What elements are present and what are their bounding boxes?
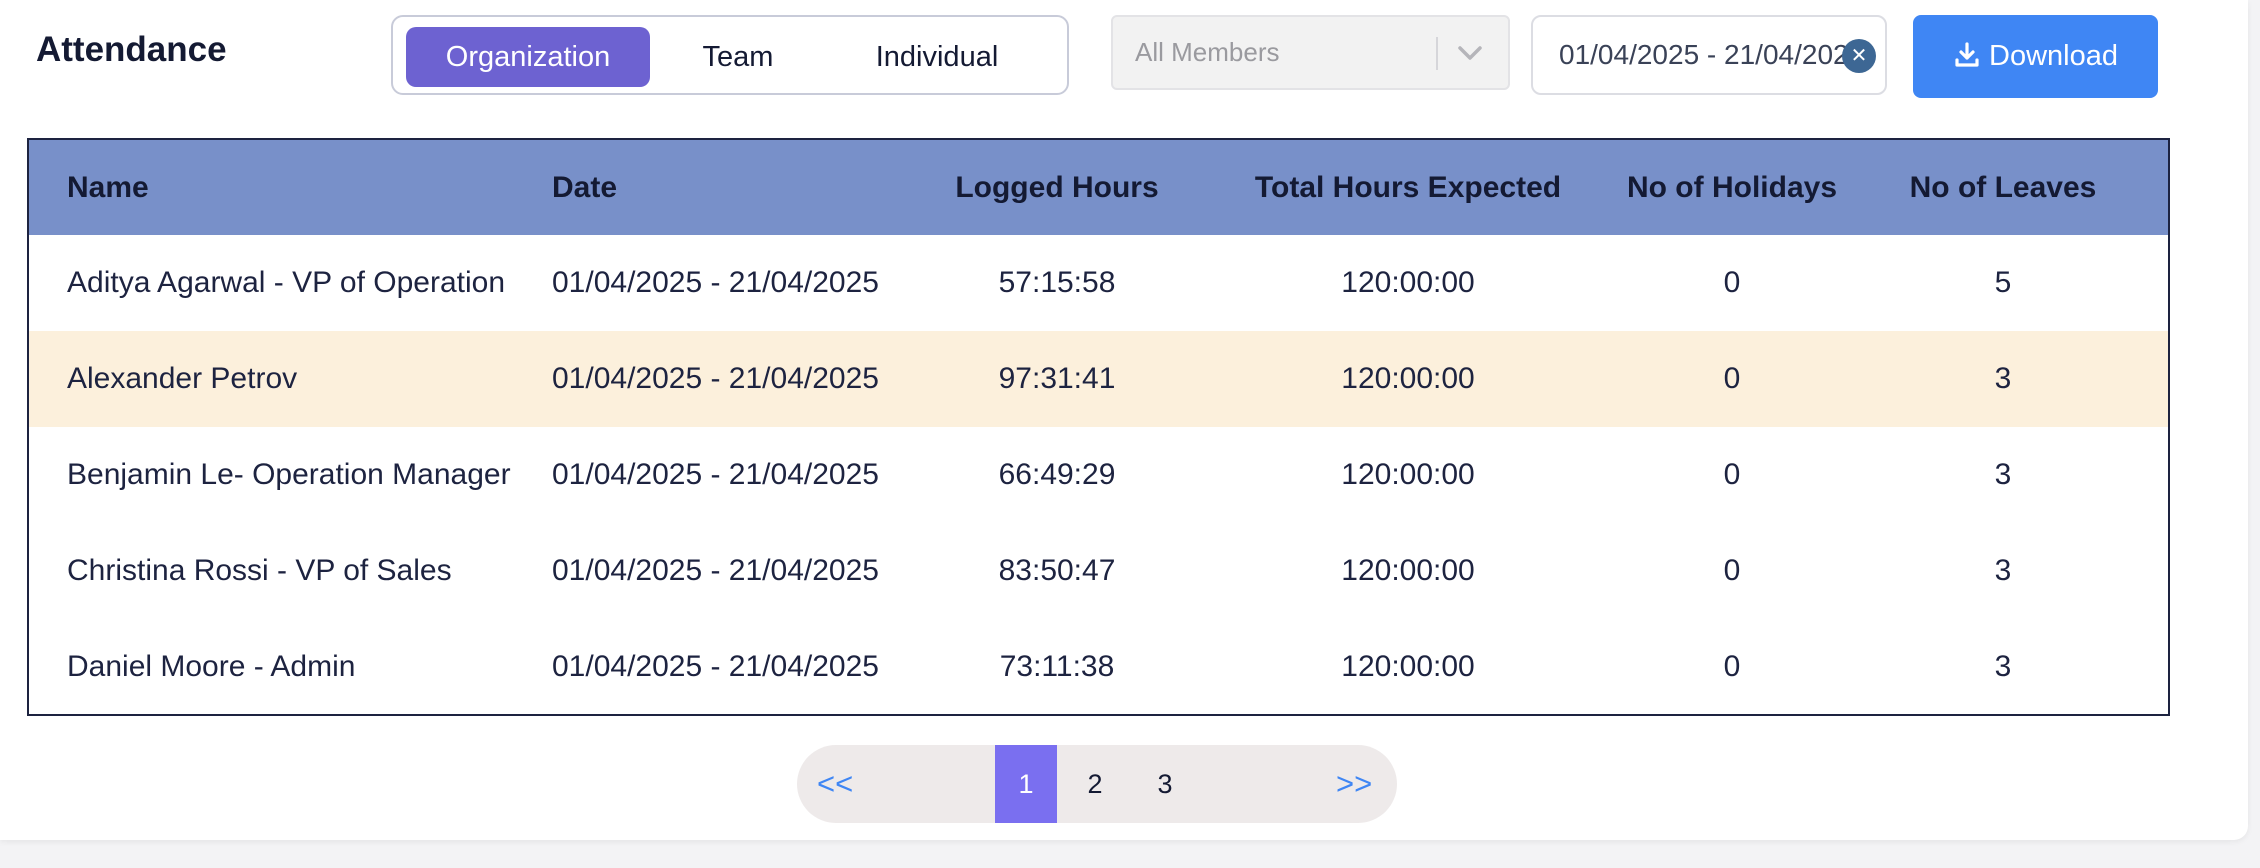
download-icon [1955, 42, 1979, 67]
pagination: << 1 2 3 >> [797, 745, 1397, 823]
download-button[interactable]: Download [1913, 15, 2158, 98]
cell-leaves: 3 [1994, 649, 2012, 683]
cell-total-hours-expected: 120:00:00 [1341, 458, 1475, 491]
attendance-card: Attendance Organization Team Individual … [0, 0, 2248, 840]
toggle-organization[interactable]: Organization [406, 27, 650, 87]
cell-date: 01/04/2025 - 21/04/2025 [552, 266, 879, 299]
date-range-value: 01/04/2025 - 21/04/2025 [1559, 39, 1865, 70]
cell-total-hours-expected: 120:00:00 [1341, 362, 1475, 395]
date-range-field[interactable]: 01/04/2025 - 21/04/2025 ✕ [1531, 15, 1887, 95]
member-select[interactable]: All Members [1111, 15, 1510, 90]
cell-logged-hours: 66:49:29 [998, 458, 1116, 491]
cell-date: 01/04/2025 - 21/04/2025 [552, 554, 879, 587]
toggle-team[interactable]: Team [663, 27, 813, 87]
column-header-name[interactable]: Name [28, 139, 552, 235]
page-button-3[interactable]: 3 [1134, 745, 1196, 823]
cell-date: 01/04/2025 - 21/04/2025 [552, 649, 879, 683]
table-row[interactable]: Alexander Petrov 01/04/2025 - 21/04/2025… [28, 331, 2169, 427]
column-header-holidays[interactable]: No of Holidays [1626, 139, 1838, 235]
cell-leaves: 5 [1994, 266, 2012, 299]
column-header-leaves[interactable]: No of Leaves [1838, 139, 2169, 235]
table-row[interactable]: Aditya Agarwal - VP of Operation 01/04/2… [28, 235, 2169, 331]
next-page-button[interactable]: >> [1336, 745, 1372, 823]
column-header-logged-hours[interactable]: Logged Hours [924, 139, 1190, 235]
download-label: Download [1989, 40, 2118, 72]
cell-logged-hours: 57:15:58 [998, 266, 1116, 299]
table-row[interactable]: Daniel Moore - Admin 01/04/2025 - 21/04/… [28, 619, 2169, 715]
cell-holidays: 0 [1723, 649, 1741, 683]
cell-name: Aditya Agarwal - VP of Operation [67, 266, 506, 299]
page-button-1[interactable]: 1 [995, 745, 1057, 823]
column-header-total-hours-expected[interactable]: Total Hours Expected [1190, 139, 1626, 235]
cell-leaves: 3 [1994, 458, 2012, 491]
column-header-date[interactable]: Date [552, 139, 924, 235]
table-header-row: Name Date Logged Hours Total Hours Expec… [28, 139, 2169, 235]
cell-name: Christina Rossi - VP of Sales [67, 554, 452, 587]
cell-name: Alexander Petrov [67, 362, 298, 395]
attendance-table: Name Date Logged Hours Total Hours Expec… [27, 138, 2170, 716]
cell-date: 01/04/2025 - 21/04/2025 [552, 458, 879, 491]
chevron-down-icon[interactable] [1456, 41, 1484, 70]
cell-name: Benjamin Le- Operation Manager [67, 458, 511, 491]
cell-holidays: 0 [1723, 362, 1741, 395]
view-toggle: Organization Team Individual [391, 15, 1069, 95]
toggle-individual[interactable]: Individual [828, 27, 1046, 87]
select-divider [1436, 37, 1438, 70]
cell-holidays: 0 [1723, 266, 1741, 299]
cell-name: Daniel Moore - Admin [67, 649, 356, 683]
cell-logged-hours: 83:50:47 [998, 554, 1116, 587]
table-row[interactable]: Christina Rossi - VP of Sales 01/04/2025… [28, 523, 2169, 619]
cell-holidays: 0 [1723, 554, 1741, 587]
page-title: Attendance [36, 30, 227, 69]
cell-total-hours-expected: 120:00:00 [1341, 266, 1475, 299]
cell-total-hours-expected: 120:00:00 [1341, 649, 1475, 683]
cell-date: 01/04/2025 - 21/04/2025 [552, 362, 879, 395]
clear-icon[interactable]: ✕ [1842, 39, 1876, 73]
cell-leaves: 3 [1994, 554, 2012, 587]
cell-total-hours-expected: 120:00:00 [1341, 554, 1475, 587]
cell-leaves: 3 [1994, 362, 2012, 395]
member-select-value: All Members [1135, 37, 1280, 67]
table-row[interactable]: Benjamin Le- Operation Manager 01/04/202… [28, 427, 2169, 523]
page-button-2[interactable]: 2 [1064, 745, 1126, 823]
cell-logged-hours: 73:11:38 [999, 649, 1115, 683]
cell-holidays: 0 [1723, 458, 1741, 491]
prev-page-button[interactable]: << [817, 745, 853, 823]
cell-logged-hours: 97:31:41 [998, 362, 1116, 395]
